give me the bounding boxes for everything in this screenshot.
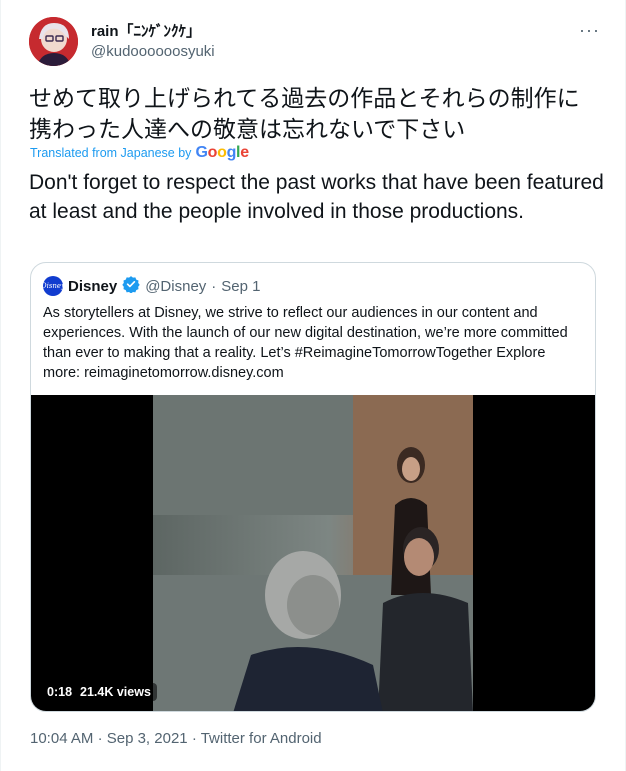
tweet-source[interactable]: Twitter for Android [201,730,322,747]
tweet-original-text: せめて取り上げられてる過去の作品とそれらの制作に携わった人達への敬意は忘れないで… [29,86,580,143]
video-player[interactable]: 0:18 21.4K views [31,395,595,711]
quoted-author-handle[interactable]: @Disney [145,278,206,295]
meta-separator: · [191,730,197,747]
video-frame [153,395,473,711]
google-logo: Google [195,144,249,161]
video-frame-person [378,527,473,711]
quoted-author-name[interactable]: Disney [68,278,117,295]
author-avatar[interactable] [29,17,78,66]
tweet-date[interactable]: Sep 3, 2021 [107,730,188,747]
video-info-overlay: 0:18 21.4K views [41,683,157,701]
video-views: 21.4K views [80,685,151,699]
quoted-date[interactable]: Sep 1 [221,278,260,295]
verified-badge-icon [122,275,140,297]
video-frame-person [233,551,383,711]
meta-separator: · [97,730,103,747]
tweet-card: rain「ﾆﾝｹﾞﾝｸｹ」 @kudoooooosyuki ··· せめて取り上… [0,0,626,771]
quoted-tweet[interactable]: Disney Disney @Disney · Sep 1 As storyte… [30,262,596,712]
tweet-meta: 10:04 AM · Sep 3, 2021 · Twitter for And… [30,730,322,747]
disney-avatar: Disney [41,276,65,296]
video-frame-wall [153,395,353,515]
translated-label: Translated from Japanese by [30,146,192,160]
quoted-tweet-text: As storytellers at Disney, we strive to … [43,305,568,381]
quoted-tweet-header: Disney Disney @Disney · Sep 1 [41,275,260,297]
translation-attribution: Translated from Japanese by Google [30,144,249,162]
author-handle[interactable]: @kudoooooosyuki [91,43,215,60]
video-duration: 0:18 [47,685,73,699]
tweet-translated-text: Don't forget to respect the past works t… [29,171,604,223]
more-dots-icon[interactable]: ··· [579,20,600,41]
tweet-time[interactable]: 10:04 AM [30,730,93,747]
quoted-separator: · [211,277,217,295]
author-name[interactable]: rain「ﾆﾝｹﾞﾝｸｹ」 [91,20,201,41]
